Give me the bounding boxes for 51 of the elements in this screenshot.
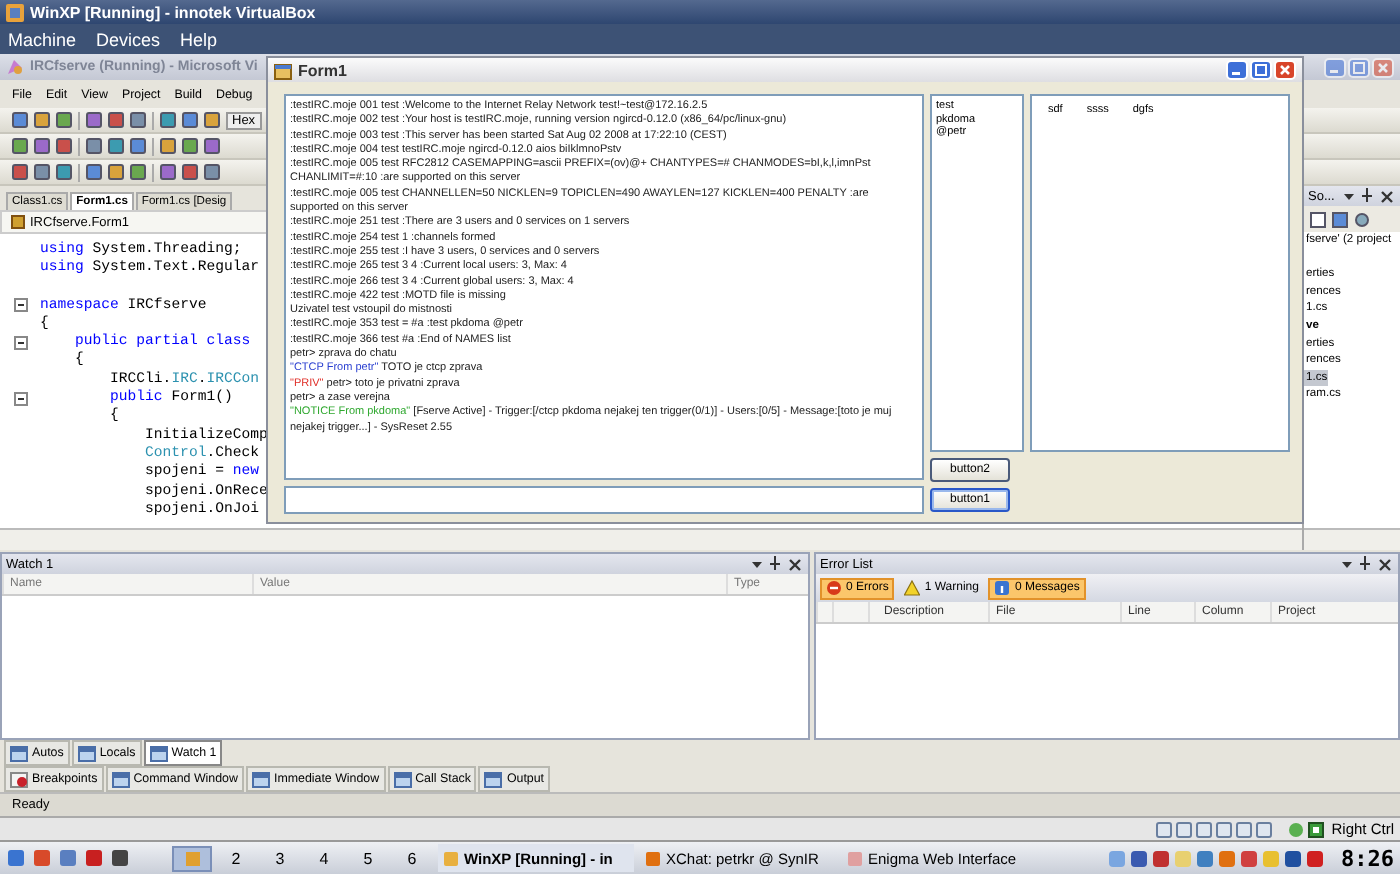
app-icon bbox=[442, 849, 460, 867]
close-button[interactable] bbox=[1274, 60, 1296, 80]
minimize-button[interactable] bbox=[1324, 57, 1346, 77]
workspace-button[interactable]: 5 bbox=[348, 845, 388, 871]
window-title: Form1 bbox=[298, 61, 347, 79]
network-icon bbox=[1287, 821, 1304, 837]
class-icon bbox=[10, 214, 26, 230]
workspace-button[interactable] bbox=[172, 845, 212, 871]
collapse-icon[interactable] bbox=[13, 391, 27, 406]
close-icon[interactable] bbox=[786, 555, 804, 573]
app-icon bbox=[274, 61, 292, 79]
close-icon[interactable] bbox=[1376, 555, 1394, 573]
menu-item[interactable]: Devices bbox=[96, 29, 161, 49]
pin-icon[interactable] bbox=[1360, 188, 1374, 204]
window-icon bbox=[111, 771, 130, 787]
pin-icon[interactable] bbox=[1358, 556, 1372, 572]
breakpoint-icon bbox=[10, 771, 28, 787]
app-icon bbox=[644, 849, 662, 867]
collapse-icon[interactable] bbox=[13, 298, 27, 313]
scrollbar[interactable] bbox=[1304, 528, 1400, 550]
window-icon bbox=[183, 849, 201, 867]
scrollbar[interactable] bbox=[0, 528, 1302, 550]
workspace-button[interactable]: 4 bbox=[304, 845, 344, 871]
window-icon bbox=[149, 745, 168, 761]
app-icon bbox=[6, 58, 24, 76]
maximize-button[interactable] bbox=[1250, 60, 1272, 80]
message-icon bbox=[994, 580, 1011, 596]
message-input[interactable] bbox=[284, 486, 924, 514]
collapse-icon[interactable] bbox=[13, 335, 27, 350]
maximize-button[interactable] bbox=[1348, 57, 1370, 77]
window-title: WinXP [Running] - innotek VirtualBox bbox=[30, 3, 316, 21]
window-icon bbox=[393, 771, 412, 787]
window-icon bbox=[10, 745, 28, 761]
workspace-button[interactable]: 2 bbox=[216, 845, 256, 871]
window-icon bbox=[77, 745, 96, 761]
menu-item[interactable]: Help bbox=[180, 29, 218, 49]
workspace-button[interactable]: 3 bbox=[260, 845, 300, 871]
window-icon bbox=[484, 771, 503, 787]
keyboard-icon bbox=[1307, 821, 1324, 837]
error-icon bbox=[826, 580, 842, 596]
minimize-button[interactable] bbox=[1226, 60, 1248, 80]
menu-item[interactable]: Machine bbox=[8, 29, 77, 49]
app-icon bbox=[846, 849, 864, 867]
close-icon[interactable] bbox=[1378, 187, 1396, 205]
close-button[interactable] bbox=[1372, 57, 1394, 77]
app-icon bbox=[6, 3, 24, 21]
warning-icon bbox=[904, 580, 921, 596]
workspace-button[interactable]: 6 bbox=[392, 845, 432, 871]
pin-icon[interactable] bbox=[768, 556, 782, 572]
clock: 8:26 bbox=[1341, 845, 1394, 871]
window-icon bbox=[251, 771, 270, 787]
